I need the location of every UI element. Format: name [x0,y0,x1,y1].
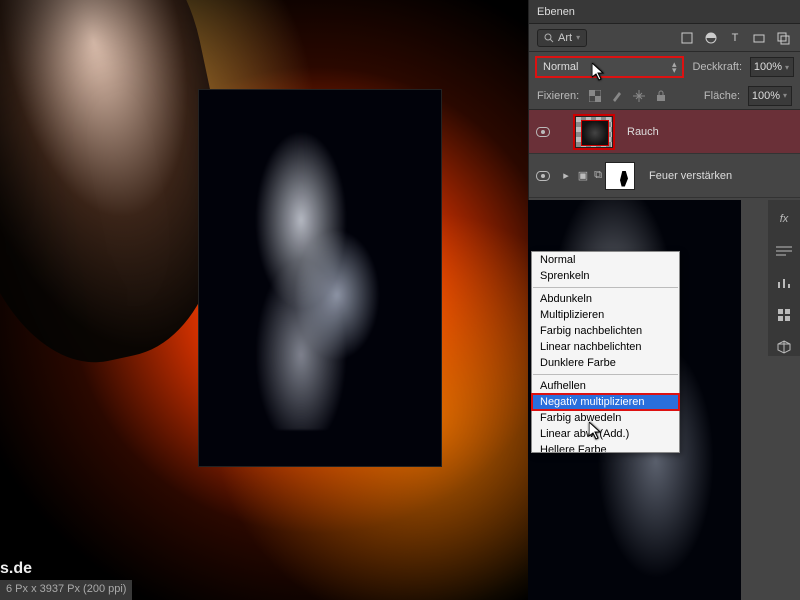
lock-position-icon[interactable] [631,88,647,104]
layer-row-rauch[interactable]: Rauch [529,110,800,154]
opacity-label: Deckkraft: [692,61,742,73]
fill-input[interactable]: 100% ▾ [748,86,792,106]
expand-arrow-icon[interactable]: ▸ [557,169,575,182]
blend-option[interactable]: Normal [532,252,679,268]
smoke-layer-placed[interactable] [198,89,442,467]
filter-type-icon[interactable]: T [726,29,744,47]
paragraph-icon[interactable] [775,242,793,260]
menu-separator [533,287,678,288]
chevron-down-icon: ▾ [785,63,789,72]
layer-list: Rauch ▸ ▣ ⧉ Feuer verstärken [529,110,800,198]
search-icon [544,33,554,43]
layer-mask-thumbnail[interactable] [605,162,635,190]
cube-icon[interactable] [775,338,793,356]
blend-option[interactable]: Linear nachbelichten [532,339,679,355]
layer-name[interactable]: Rauch [627,126,659,138]
menu-separator [533,374,678,375]
blend-option[interactable]: Dunklere Farbe [532,355,679,371]
filter-shape-icon[interactable] [750,29,768,47]
blend-option[interactable]: Farbig abwedeln [532,410,679,426]
opacity-input[interactable]: 100% ▾ [750,57,794,77]
lock-transparent-icon[interactable] [587,88,603,104]
status-text: 6 Px x 3937 Px (200 ppi) [6,583,126,595]
blend-option[interactable]: Aufhellen [532,378,679,394]
layer-name[interactable]: Feuer verstärken [649,170,732,182]
filter-adjust-icon[interactable] [702,29,720,47]
filter-bar: Art ▾ T [529,24,800,52]
visibility-toggle[interactable] [536,171,550,181]
collapsed-panels: fx [768,200,800,356]
lock-all-icon[interactable] [653,88,669,104]
blend-mode-dropdown[interactable]: Normal ▴▾ [535,56,684,78]
blend-option[interactable]: Multiplizieren [532,307,679,323]
layer-row-feuer[interactable]: ▸ ▣ ⧉ Feuer verstärken [529,154,800,198]
visibility-toggle[interactable] [536,127,550,137]
panel-tabbar: Ebenen [529,0,800,24]
canvas[interactable]: s.de 6 Px x 3937 Px (200 ppi) [0,0,528,600]
lock-row: Fixieren: Fläche: 100% ▾ [529,82,800,110]
fill-label: Fläche: [704,90,740,102]
blend-mode-menu[interactable]: NormalSprenkelnAbdunkelnMultiplizierenFa… [531,251,680,453]
status-bar: s.de 6 Px x 3937 Px (200 ppi) [0,580,132,600]
filter-smart-icon[interactable] [774,29,792,47]
blend-option[interactable]: Sprenkeln [532,268,679,284]
folder-icon: ▣ [575,169,591,182]
link-icon: ⧉ [591,169,605,182]
filter-type-dropdown[interactable]: Art ▾ [537,29,587,47]
opacity-value: 100% [754,61,782,73]
chevron-down-icon: ▾ [576,33,580,42]
lock-label: Fixieren: [537,90,579,102]
chevron-down-icon: ▾ [783,91,787,100]
fx-icon[interactable]: fx [775,210,793,228]
blend-mode-value: Normal [543,61,578,73]
blend-option[interactable]: Farbig nachbelichten [532,323,679,339]
properties-icon[interactable] [775,306,793,324]
filter-pixel-icon[interactable] [678,29,696,47]
blend-option[interactable]: Negativ multiplizieren [532,394,679,410]
tab-layers[interactable]: Ebenen [537,6,575,18]
updown-icon: ▴▾ [672,61,677,73]
adjust-icon[interactable] [775,274,793,292]
blend-option[interactable]: Hellere Farbe [532,442,679,452]
blend-row: Normal ▴▾ Deckkraft: 100% ▾ [529,52,800,82]
blend-option[interactable]: Linear abw. (Add.) [532,426,679,442]
filter-label: Art [558,32,572,44]
blend-option[interactable]: Abdunkeln [532,291,679,307]
layer-thumbnail[interactable] [575,116,613,148]
watermark-text: s.de [0,560,32,578]
fill-value: 100% [752,90,780,102]
lock-pixels-icon[interactable] [609,88,625,104]
